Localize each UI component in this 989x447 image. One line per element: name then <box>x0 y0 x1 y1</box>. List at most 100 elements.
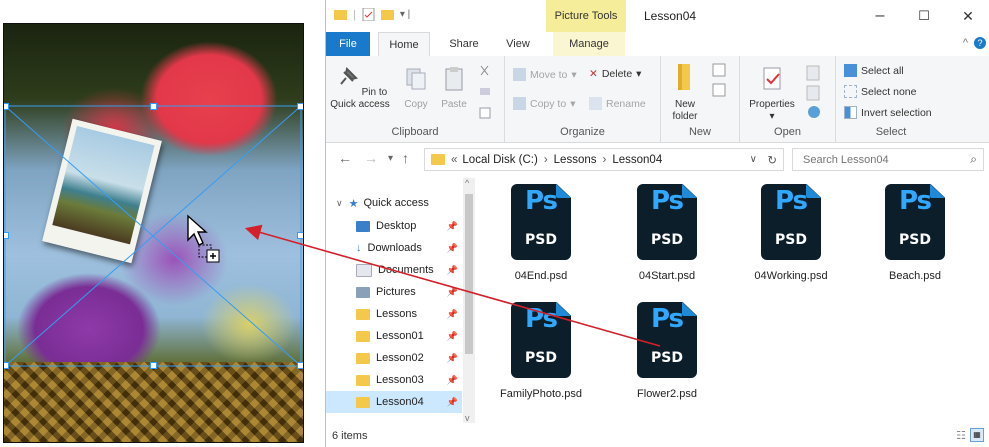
sidebar-item-lesson04[interactable]: Lesson04 📌 <box>326 391 462 413</box>
frame-handle[interactable] <box>297 103 303 110</box>
frame-handle[interactable] <box>297 362 303 369</box>
pin-icon[interactable]: 📌 <box>447 353 458 364</box>
new-item-icons[interactable] <box>711 62 733 102</box>
paste-button[interactable]: Paste <box>436 66 472 111</box>
tab-share[interactable]: Share <box>444 32 484 56</box>
frame-handle[interactable] <box>150 103 157 110</box>
new-folder-icon[interactable] <box>380 8 394 21</box>
address-bar[interactable]: « Local Disk (C:) › Lessons › Lesson04 ∨… <box>424 148 784 171</box>
pin-icon[interactable]: 📌 <box>447 287 458 298</box>
search-box[interactable]: ⌕ <box>792 148 984 171</box>
sidebar-item-documents[interactable]: Documents 📌 <box>326 259 462 281</box>
customize-qat-icon[interactable]: ▾ | <box>400 9 410 20</box>
collapse-ribbon-icon[interactable]: ^ <box>963 37 968 49</box>
tab-home[interactable]: Home <box>378 32 430 57</box>
rename-icon <box>589 97 602 110</box>
cut-copy-path-icons[interactable] <box>478 64 492 124</box>
new-folder-button[interactable]: New folder <box>665 62 705 123</box>
file-item[interactable]: Ps PSD 04End.psd <box>486 178 596 298</box>
maximize-button[interactable]: ☐ <box>902 0 946 32</box>
pin-icon[interactable]: 📌 <box>447 243 458 254</box>
copy-button[interactable]: Copy <box>398 66 434 111</box>
photoshop-file-icon: Ps PSD <box>885 184 945 260</box>
file-item[interactable]: Ps PSD 04Working.psd <box>736 178 846 298</box>
breadcrumb-lesson04[interactable]: Lesson04 <box>612 154 662 166</box>
title-bar: | ▾ | Picture Tools Lesson04 – ☐ ✕ <box>326 0 989 32</box>
open-group-label: Open <box>774 126 801 138</box>
delete-button[interactable]: ✕ Delete ▾ <box>589 68 641 80</box>
file-item[interactable]: Ps PSD Flower2.psd <box>612 296 722 416</box>
file-name: 04Working.psd <box>754 270 828 282</box>
folder-icon <box>431 154 445 165</box>
sidebar-item-lesson01[interactable]: Lesson01 📌 <box>326 325 462 347</box>
pin-icon[interactable]: 📌 <box>447 375 458 386</box>
select-all-button[interactable]: Select all <box>844 64 904 77</box>
forward-icon[interactable]: → <box>364 150 378 166</box>
copy-to-button[interactable]: Copy to ▾ <box>513 97 575 110</box>
large-icons-view-icon[interactable]: ▦ <box>970 428 984 442</box>
sidebar-item-downloads[interactable]: ↓ Downloads 📌 <box>326 237 462 259</box>
nav-quick-access[interactable]: ∨ ★ Quick access <box>326 192 462 214</box>
pin-icon[interactable]: 📌 <box>447 397 458 408</box>
properties-icon <box>763 67 781 90</box>
file-item[interactable]: Ps PSD 04Start.psd <box>612 178 722 298</box>
sidebar-item-lesson02[interactable]: Lesson02 📌 <box>326 347 462 369</box>
refresh-icon[interactable]: ↻ <box>767 153 777 167</box>
sidebar-item-pictures[interactable]: Pictures 📌 <box>326 281 462 303</box>
open-edit-history-icons[interactable] <box>804 64 826 124</box>
tab-file[interactable]: File <box>326 32 370 56</box>
breadcrumb-lessons[interactable]: Lessons <box>554 154 597 166</box>
recent-locations-icon[interactable]: ▾ <box>388 153 393 164</box>
file-item[interactable]: Ps PSD FamilyPhoto.psd <box>486 296 596 416</box>
organize-group-label: Organize <box>560 126 605 138</box>
frame-handle[interactable] <box>4 362 9 369</box>
photoshop-file-icon: Ps PSD <box>637 302 697 378</box>
sidebar-item-lesson03[interactable]: Lesson03 📌 <box>326 369 462 391</box>
frame-handle[interactable] <box>150 362 157 369</box>
select-group-label: Select <box>875 126 907 138</box>
details-view-icon[interactable]: ☷ <box>956 429 966 442</box>
ribbon: Pin to Quick access Copy Paste Clipboard… <box>326 56 989 143</box>
pin-icon[interactable]: 📌 <box>447 221 458 232</box>
open-group: Properties ▾ Open <box>740 56 836 142</box>
up-icon[interactable]: ↑ <box>402 150 409 166</box>
tab-manage[interactable]: Manage <box>553 32 625 56</box>
ribbon-tabs: File Home Share View Manage ^ ? <box>326 32 989 57</box>
select-none-button[interactable]: Select none <box>844 85 916 98</box>
minimize-button[interactable]: – <box>858 0 902 32</box>
scroll-up-icon[interactable]: ^ <box>465 178 469 188</box>
address-dropdown-icon[interactable]: ∨ <box>750 154 757 165</box>
sidebar-item-desktop[interactable]: Desktop 📌 <box>326 215 462 237</box>
frame-handle[interactable] <box>4 103 9 110</box>
invert-selection-button[interactable]: Invert selection <box>844 106 932 119</box>
document-canvas[interactable] <box>3 23 304 443</box>
file-item[interactable]: Ps PSD Beach.psd <box>860 178 970 298</box>
scroll-thumb[interactable] <box>465 194 473 354</box>
pin-quick-access-button[interactable]: Pin to Quick access <box>330 66 390 111</box>
breadcrumb-local-disk[interactable]: Local Disk (C:) <box>462 154 537 166</box>
pin-icon[interactable]: 📌 <box>447 265 458 276</box>
file-name: Beach.psd <box>889 270 941 282</box>
expand-chevron-icon[interactable]: ∨ <box>336 198 343 209</box>
close-button[interactable]: ✕ <box>946 0 989 32</box>
folder-icon <box>356 352 370 364</box>
move-to-button[interactable]: Move to ▾ <box>513 68 577 81</box>
sidebar-item-lessons[interactable]: Lessons 📌 <box>326 303 462 325</box>
frame-handle[interactable] <box>4 232 9 239</box>
folder-icon[interactable] <box>334 8 347 21</box>
properties-button[interactable]: Properties ▾ <box>744 66 800 123</box>
nav-scrollbar[interactable]: ^ v <box>463 178 475 423</box>
back-icon[interactable]: ← <box>338 150 352 166</box>
rename-button[interactable]: Rename <box>589 97 646 110</box>
pin-icon[interactable]: 📌 <box>447 331 458 342</box>
folder-icon <box>356 396 370 408</box>
pin-icon[interactable]: 📌 <box>447 309 458 320</box>
search-icon[interactable]: ⌕ <box>970 152 977 167</box>
scroll-down-icon[interactable]: v <box>465 413 470 423</box>
tab-view[interactable]: View <box>498 32 538 56</box>
properties-icon[interactable] <box>362 8 375 21</box>
search-input[interactable] <box>801 152 965 167</box>
frame-handle[interactable] <box>297 232 303 239</box>
help-icon[interactable]: ? <box>974 37 986 49</box>
new-group-label: New <box>688 126 711 138</box>
